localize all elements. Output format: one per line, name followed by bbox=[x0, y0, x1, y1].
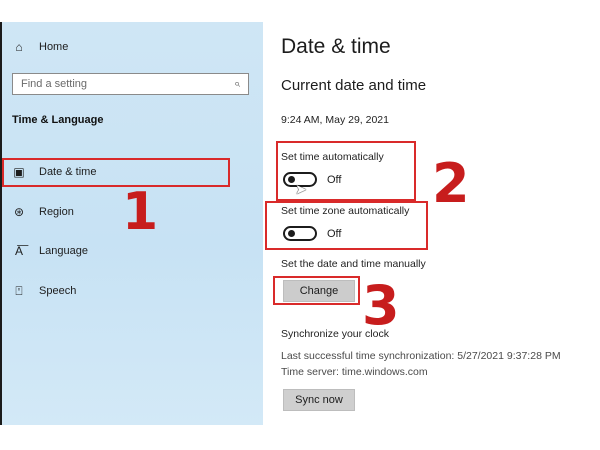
microphone-icon: ⍞ bbox=[15, 283, 23, 298]
sidebar-item-label: Language bbox=[39, 245, 88, 257]
search-input[interactable]: Find a setting ⌕ bbox=[12, 73, 249, 95]
sidebar-item-label: Home bbox=[39, 41, 69, 53]
globe-icon: ⊛ bbox=[13, 205, 25, 219]
current-datetime: 9:24 AM, May 29, 2021 bbox=[281, 114, 389, 126]
sidebar-item-speech[interactable]: ⍞ Speech bbox=[2, 278, 263, 304]
mouse-cursor-icon: ➤ bbox=[295, 181, 307, 197]
last-sync-text: Last successful time synchronization: 5/… bbox=[281, 350, 561, 362]
time-server-text: Time server: time.windows.com bbox=[281, 366, 428, 378]
sidebar-item-label: Speech bbox=[39, 285, 77, 297]
section-heading: Current date and time bbox=[281, 77, 427, 94]
callout-2: 2 bbox=[432, 152, 470, 215]
page-title: Date & time bbox=[281, 35, 391, 58]
highlight-set-timezone-auto bbox=[265, 201, 428, 250]
highlight-change-button bbox=[273, 276, 360, 305]
search-icon: ⌕ bbox=[233, 77, 240, 90]
section-title: Time & Language bbox=[12, 114, 104, 126]
sync-now-button[interactable]: Sync now bbox=[283, 389, 355, 411]
sidebar-item-label: Region bbox=[39, 206, 74, 218]
callout-1: 1 bbox=[122, 182, 159, 242]
search-placeholder: Find a setting bbox=[21, 78, 88, 90]
manual-label: Set the date and time manually bbox=[281, 258, 426, 270]
home-icon: ⌂ bbox=[15, 40, 23, 54]
sidebar-item-home[interactable]: ⌂ Home bbox=[2, 34, 263, 60]
callout-3: 3 bbox=[362, 274, 400, 337]
highlight-date-time bbox=[2, 158, 230, 187]
language-icon: A͞ bbox=[14, 244, 23, 258]
